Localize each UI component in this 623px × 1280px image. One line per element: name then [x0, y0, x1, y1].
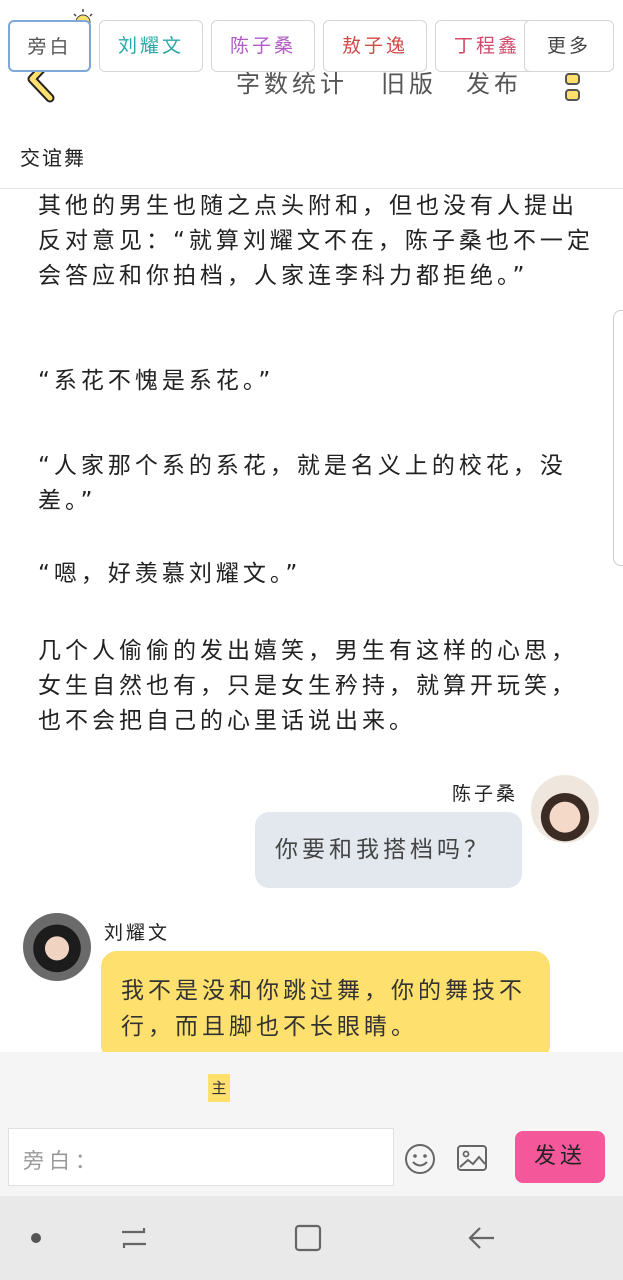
system-nav-bar — [0, 1196, 623, 1280]
send-button[interactable]: 发送 — [515, 1131, 605, 1183]
speaker-name-chen: 陈子桑 — [452, 783, 519, 805]
main-character-badge: 主 — [208, 1074, 230, 1102]
nav-back-icon[interactable] — [464, 1220, 500, 1256]
story-content[interactable]: 其他的男生也随之点头附和，但也没有人提出反对意见：“就算刘耀文不在，陈子桑也不一… — [0, 189, 623, 1052]
chat-bubble-chen[interactable]: 你要和我搭档吗？ — [255, 812, 522, 888]
home-icon[interactable] — [290, 1220, 326, 1256]
image-icon[interactable] — [456, 1143, 488, 1173]
speaker-name-liu: 刘耀文 — [104, 922, 171, 944]
message-input-placeholder: 旁白： — [23, 1149, 101, 1173]
role-tab-ao[interactable]: 敖子逸 — [323, 20, 427, 72]
narration-paragraph: 几个人偷偷的发出嬉笑，男生有这样的心思，女生自然也有，只是女生矜持，就算开玩笑，… — [38, 638, 578, 734]
narration-paragraph: 其他的男生也随之点头附和，但也没有人提出反对意见：“就算刘耀文不在，陈子桑也不一… — [38, 193, 594, 289]
emoji-icon[interactable] — [404, 1143, 436, 1175]
narration-paragraph: “嗯，好羡慕刘耀文。” — [38, 561, 302, 587]
avatar-chen[interactable] — [531, 775, 599, 843]
narration-paragraph: “人家那个系的系花，就是名义上的校花，没差。” — [38, 453, 567, 514]
message-input[interactable]: 旁白： — [8, 1128, 394, 1186]
chat-bubble-liu[interactable]: 我不是没和你跳过舞，你的舞技不行，而且脚也不长眼睛。 — [101, 951, 550, 1052]
avatar-liu[interactable] — [23, 913, 91, 981]
scroll-handle[interactable] — [613, 310, 623, 566]
role-tab-narrator[interactable]: 旁白 — [8, 20, 91, 72]
more-roles-button[interactable]: 更多 — [524, 20, 614, 72]
role-tab-liu[interactable]: 刘耀文 — [99, 20, 203, 72]
role-tab-chen[interactable]: 陈子桑 — [211, 20, 315, 72]
nav-indicator-dot — [31, 1233, 41, 1243]
narration-paragraph: “系花不愧是系花。” — [38, 368, 275, 394]
story-title: 交谊舞 — [20, 146, 86, 170]
recent-apps-icon[interactable] — [116, 1220, 152, 1256]
